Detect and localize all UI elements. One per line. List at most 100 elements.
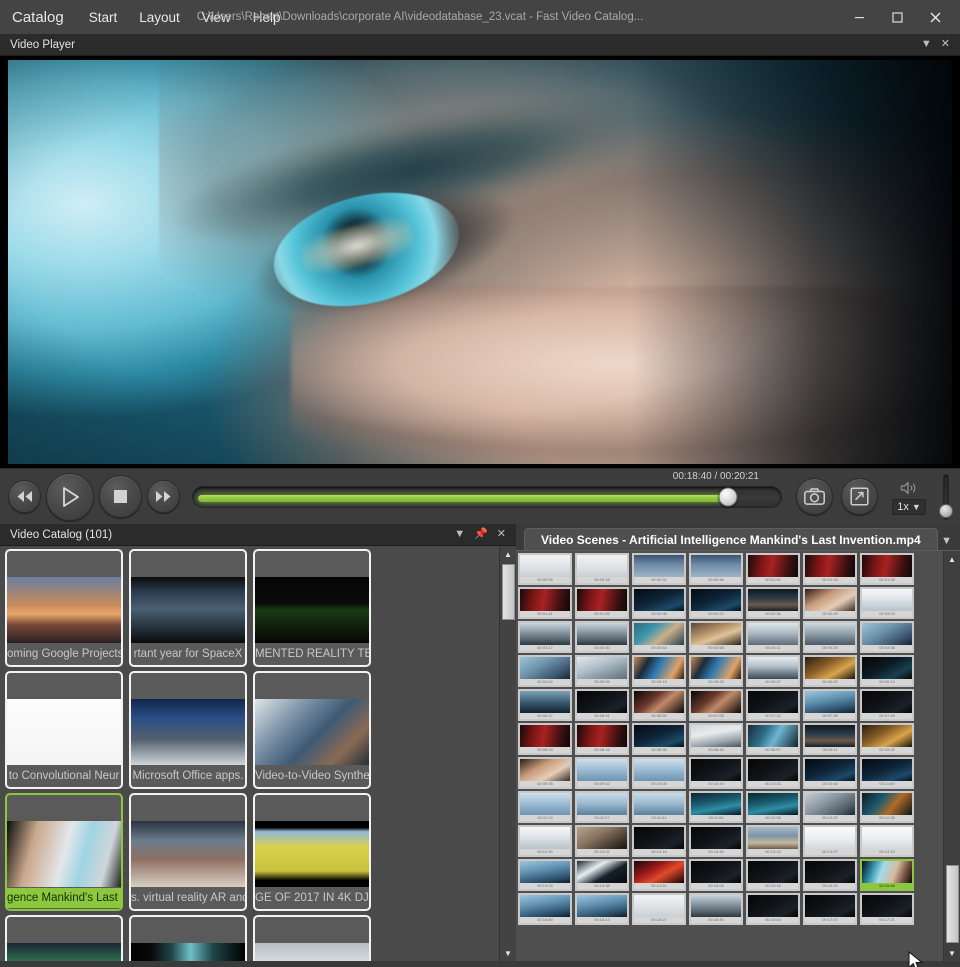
- scene-thumbnail[interactable]: 00:13:30: [689, 825, 743, 857]
- scene-thumbnail[interactable]: 00:11:41: [632, 791, 686, 823]
- scene-thumbnail[interactable]: 00:09:38: [518, 757, 572, 789]
- menu-item-view[interactable]: View: [191, 6, 242, 29]
- seek-bar-wrapper[interactable]: 00:18:40 / 00:20:21: [192, 471, 782, 510]
- scene-thumbnail[interactable]: 00:01:01: [746, 553, 800, 585]
- scene-thumbnail[interactable]: 00:13:43: [746, 825, 800, 857]
- scene-thumbnail[interactable]: 00:16:40: [689, 893, 743, 925]
- catalog-item[interactable]: s. virtual reality AR and: [129, 793, 247, 911]
- scene-thumbnail[interactable]: 00:07:36: [803, 689, 857, 721]
- scene-thumbnail[interactable]: 00:12:49: [518, 825, 572, 857]
- scene-thumbnail[interactable]: 00:04:11: [746, 621, 800, 653]
- scene-thumbnail[interactable]: 00:06:00: [803, 655, 857, 687]
- scroll-down-icon[interactable]: ▼: [944, 945, 960, 961]
- scene-thumbnail[interactable]: 00:02:08: [632, 587, 686, 619]
- scroll-down-icon[interactable]: ▼: [500, 945, 517, 961]
- pin-icon[interactable]: 📌: [474, 529, 488, 540]
- scene-thumbnail[interactable]: 00:11:27: [575, 791, 629, 823]
- scene-thumbnail[interactable]: 00:15:05: [689, 859, 743, 891]
- chevron-down-icon[interactable]: ▼: [941, 535, 960, 550]
- chevron-down-icon[interactable]: ▼: [454, 529, 465, 540]
- scene-thumbnail[interactable]: 00:03:30: [575, 621, 629, 653]
- catalog-item[interactable]: High-Stakes Robot Wa: [253, 915, 371, 961]
- scene-thumbnail[interactable]: 00:04:38: [860, 621, 914, 653]
- catalog-scrollbar[interactable]: ▲ ▼: [499, 546, 516, 961]
- close-icon[interactable]: ✕: [941, 39, 950, 50]
- scenes-scroll-trough[interactable]: [944, 567, 960, 945]
- scene-thumbnail[interactable]: 00:01:55: [575, 587, 629, 619]
- scene-thumbnail[interactable]: 00:13:57: [803, 825, 857, 857]
- scene-thumbnail[interactable]: 00:17:21: [860, 893, 914, 925]
- catalog-scroll-trough[interactable]: [500, 562, 517, 945]
- scene-thumbnail[interactable]: 00:10:33: [746, 757, 800, 789]
- scroll-up-icon[interactable]: ▲: [944, 551, 960, 567]
- seek-bar-thumb[interactable]: [718, 487, 738, 506]
- scene-thumbnail[interactable]: 00:03:17: [518, 621, 572, 653]
- menu-item-start[interactable]: Start: [78, 6, 129, 29]
- play-button[interactable]: [46, 472, 94, 521]
- scene-thumbnail[interactable]: 00:08:57: [746, 723, 800, 755]
- minimize-button[interactable]: [840, 1, 878, 33]
- catalog-item[interactable]: gence Mankind's Last I: [5, 793, 123, 911]
- catalog-item[interactable]: to Convolutional Neur: [5, 671, 123, 789]
- catalog-item[interactable]: MENTED REALITY TE: [253, 549, 371, 667]
- scene-thumbnail[interactable]: 00:06:27: [518, 689, 572, 721]
- scene-thumbnail[interactable]: 00:13:16: [632, 825, 686, 857]
- playback-speed-selector[interactable]: 1x ▼: [892, 499, 926, 515]
- menu-item-help[interactable]: Help: [242, 6, 292, 29]
- scene-thumbnail[interactable]: 00:17:07: [803, 893, 857, 925]
- scene-thumbnail[interactable]: 00:16:54: [746, 893, 800, 925]
- scene-thumbnail[interactable]: 00:12:35: [860, 791, 914, 823]
- chevron-down-icon[interactable]: ▼: [921, 39, 932, 50]
- catalog-item[interactable]: Microsoft Office apps.: [129, 671, 247, 789]
- tab-video-scenes[interactable]: Video Scenes - Artificial Intelligence M…: [524, 528, 938, 550]
- scene-thumbnail[interactable]: 00:01:28: [860, 553, 914, 585]
- scene-thumbnail[interactable]: 00:07:49: [860, 689, 914, 721]
- scene-thumbnail[interactable]: 00:15:18: [746, 859, 800, 891]
- catalog-item[interactable]: al Network Deep learni: [129, 915, 247, 961]
- video-stage[interactable]: [0, 56, 960, 468]
- scene-thumbnail[interactable]: 00:03:03: [860, 587, 914, 619]
- volume-slider-thumb[interactable]: [939, 504, 953, 519]
- close-icon[interactable]: ✕: [497, 529, 506, 540]
- scene-thumbnail[interactable]: 00:03:44: [632, 621, 686, 653]
- scene-thumbnail[interactable]: 00:02:49: [803, 587, 857, 619]
- scene-thumbnail[interactable]: 00:06:41: [575, 689, 629, 721]
- scene-thumbnail[interactable]: 00:15:59: [518, 893, 572, 925]
- volume-slider[interactable]: [938, 473, 954, 520]
- scene-thumbnail[interactable]: 00:15:32: [803, 859, 857, 891]
- scene-thumbnail[interactable]: 00:08:16: [575, 723, 629, 755]
- scenes-scrollbar[interactable]: ▲ ▼: [943, 551, 960, 961]
- scene-thumbnail[interactable]: 00:00:05: [518, 553, 572, 585]
- scene-thumbnail[interactable]: 00:07:08: [689, 689, 743, 721]
- scene-thumbnail[interactable]: 00:08:30: [632, 723, 686, 755]
- video-catalog-grid[interactable]: oming Google Projects rtant year for Spac…: [0, 546, 499, 961]
- maximize-button[interactable]: [878, 1, 916, 33]
- scene-thumbnail[interactable]: 00:16:27: [632, 893, 686, 925]
- scene-thumbnail[interactable]: 00:11:13: [518, 791, 572, 823]
- scene-thumbnail[interactable]: 00:08:44: [689, 723, 743, 755]
- scene-thumbnail[interactable]: 00:12:21: [803, 791, 857, 823]
- scroll-up-icon[interactable]: ▲: [500, 546, 517, 562]
- scene-thumbnail[interactable]: 00:00:18: [575, 553, 629, 585]
- scene-thumbnail[interactable]: 00:11:54: [689, 791, 743, 823]
- scene-thumbnail[interactable]: 00:10:19: [689, 757, 743, 789]
- scene-thumbnail[interactable]: 00:00:46: [689, 553, 743, 585]
- catalog-item[interactable]: rtant year for SpaceX: [129, 549, 247, 667]
- menu-item-layout[interactable]: Layout: [128, 6, 191, 29]
- scene-thumbnail[interactable]: 00:14:24: [518, 859, 572, 891]
- scene-thumbnail[interactable]: 00:11:00: [860, 757, 914, 789]
- scene-thumbnail[interactable]: 00:14:38: [575, 859, 629, 891]
- scene-thumbnail[interactable]: 00:10:46: [803, 757, 857, 789]
- scene-thumbnail[interactable]: 00:01:41: [518, 587, 572, 619]
- scene-thumbnail[interactable]: 00:05:33: [689, 655, 743, 687]
- seek-bar-track[interactable]: [192, 485, 782, 508]
- scene-thumbnail[interactable]: 00:05:06: [575, 655, 629, 687]
- stop-button[interactable]: [99, 475, 142, 518]
- scene-thumbnail[interactable]: 00:03:58: [689, 621, 743, 653]
- scene-thumbnail[interactable]: 00:14:10: [860, 825, 914, 857]
- scene-thumbnail[interactable]: 00:04:25: [803, 621, 857, 653]
- menu-item-catalog[interactable]: Catalog: [10, 5, 78, 30]
- scene-thumbnail[interactable]: 00:12:08: [746, 791, 800, 823]
- snapshot-button[interactable]: [796, 478, 833, 515]
- export-frame-button[interactable]: [841, 478, 878, 515]
